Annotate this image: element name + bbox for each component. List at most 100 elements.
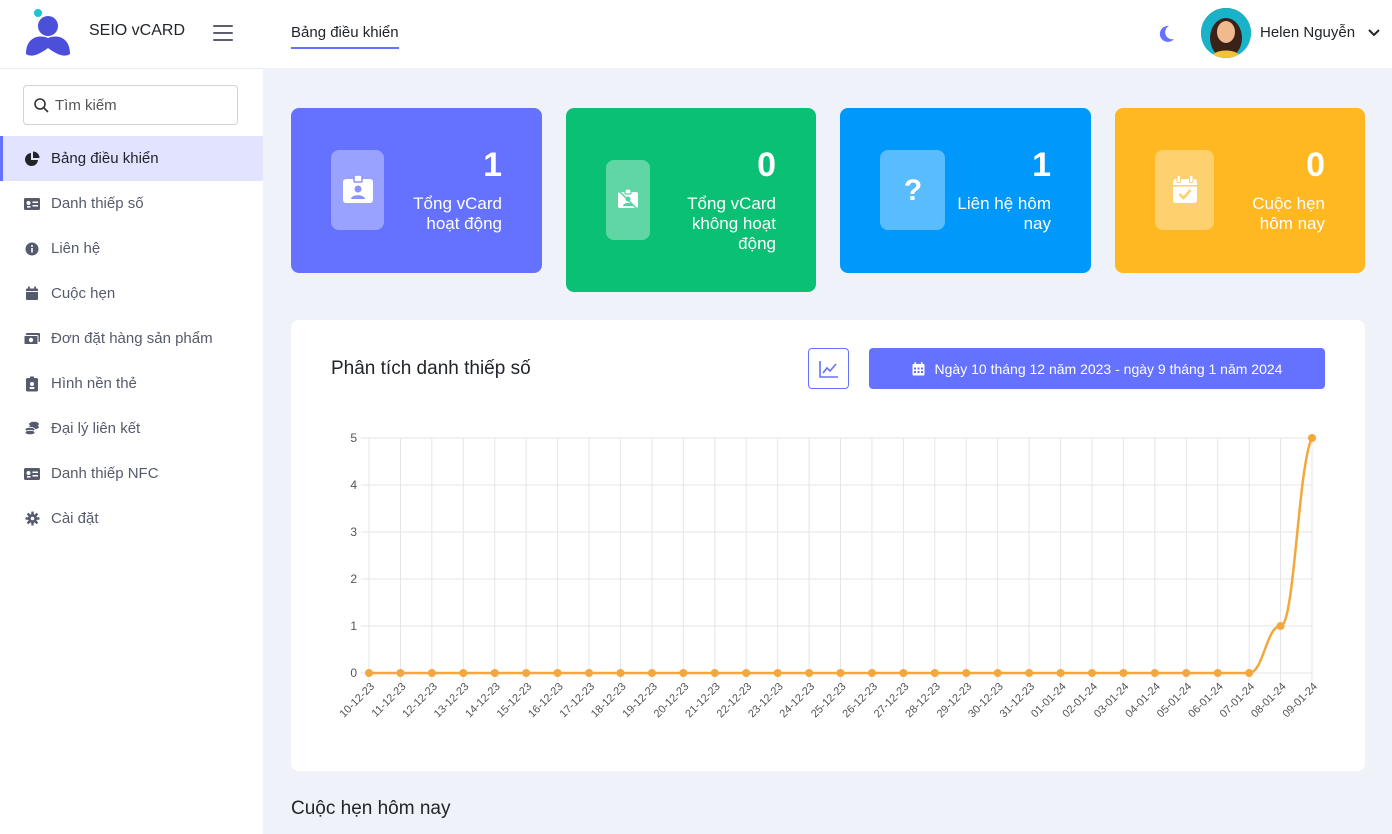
- sidebar-item-label: Đại lý liên kết: [51, 420, 141, 437]
- stat-card-inactive-vcards[interactable]: 0 Tổng vCard không hoạt động: [566, 108, 816, 292]
- search-icon: [34, 97, 49, 113]
- data-point: [710, 669, 719, 677]
- data-point: [490, 669, 499, 677]
- user-avatar[interactable]: [1201, 8, 1251, 58]
- stat-value: 1: [1032, 146, 1051, 184]
- sidebar-item-digital-cards[interactable]: Danh thiếp số: [0, 181, 263, 226]
- calendar-check-icon: [1155, 150, 1214, 230]
- data-point: [522, 669, 531, 677]
- stat-card-contacts-today[interactable]: ? 1 Liên hệ hôm nay: [840, 108, 1091, 273]
- y-tick-label: 2: [350, 572, 357, 586]
- question-icon: ?: [880, 150, 945, 230]
- y-tick-label: 3: [350, 525, 357, 539]
- user-name[interactable]: Helen Nguyễn: [1260, 24, 1355, 41]
- analytics-line-chart: 01234510-12-2311-12-2312-12-2313-12-2314…: [337, 431, 1320, 721]
- data-point: [899, 669, 908, 677]
- sidebar-item-affiliates[interactable]: Đại lý liên kết: [0, 406, 263, 451]
- search-input[interactable]: [55, 96, 225, 114]
- data-point: [1308, 434, 1316, 442]
- data-point: [930, 669, 939, 677]
- data-point: [396, 669, 405, 677]
- sidebar-item-settings[interactable]: Cài đặt: [0, 496, 263, 541]
- sidebar-item-card-backgrounds[interactable]: Hình nền thẻ: [0, 361, 263, 406]
- gear-icon: [23, 511, 41, 527]
- data-point: [742, 669, 751, 677]
- data-point: [773, 669, 782, 677]
- sidebar-item-label: Đơn đặt hàng sản phẩm: [51, 330, 213, 347]
- calendar-icon: [23, 286, 41, 302]
- badge-off-icon: [606, 160, 650, 240]
- x-tick-label: 09-01-24: [1280, 681, 1320, 721]
- pie-chart-icon: [23, 151, 41, 167]
- analytics-panel: Phân tích danh thiếp số Ngày 10 tháng 12…: [291, 320, 1365, 771]
- sidebar-item-nfc-cards[interactable]: Danh thiếp NFC: [0, 451, 263, 496]
- stat-label: Tổng vCard không hoạt động: [687, 194, 776, 253]
- sidebar-item-dashboard[interactable]: Bảng điều khiển: [0, 136, 263, 181]
- data-point: [805, 669, 814, 677]
- y-tick-label: 1: [350, 619, 357, 633]
- tab-dashboard[interactable]: Bảng điều khiển: [291, 24, 399, 49]
- data-point: [993, 669, 1002, 677]
- menu-toggle-icon[interactable]: [213, 25, 233, 41]
- nfc-card-icon: [23, 466, 41, 482]
- brand-logo-icon: [24, 8, 72, 58]
- stat-value: 0: [757, 146, 776, 184]
- svg-text:?: ?: [903, 174, 921, 206]
- sidebar-item-label: Danh thiếp số: [51, 195, 144, 212]
- top-header: SEIO vCARD Bảng điều khiển Helen Nguyễn: [0, 0, 1392, 68]
- sidebar-item-label: Cài đặt: [51, 510, 99, 527]
- data-point: [553, 669, 562, 677]
- id-badge-icon: [23, 376, 41, 392]
- data-point: [867, 669, 876, 677]
- appointments-section-title: Cuộc hẹn hôm nay: [291, 798, 451, 819]
- data-point: [1213, 669, 1222, 677]
- dark-mode-moon-icon[interactable]: [1156, 24, 1176, 44]
- stat-value: 1: [483, 146, 502, 184]
- data-point: [1056, 669, 1065, 677]
- data-point: [1119, 669, 1128, 677]
- data-point: [1245, 669, 1254, 677]
- coins-icon: [23, 421, 41, 437]
- stat-value: 0: [1306, 146, 1325, 184]
- data-point: [459, 669, 468, 677]
- stat-card-active-vcards[interactable]: 1 Tổng vCard hoạt động: [291, 108, 542, 273]
- stat-label: Tổng vCard hoạt động: [413, 194, 502, 233]
- data-point: [616, 669, 625, 677]
- data-point: [365, 669, 373, 677]
- stat-label: Liên hệ hôm nay: [957, 194, 1051, 233]
- sidebar-item-label: Hình nền thẻ: [51, 375, 137, 392]
- data-point: [1182, 669, 1191, 677]
- data-point: [1087, 669, 1096, 677]
- sidebar-item-product-orders[interactable]: Đơn đặt hàng sản phẩm: [0, 316, 263, 361]
- id-card-icon: [23, 196, 41, 212]
- y-tick-label: 4: [350, 478, 357, 492]
- sidebar-item-contacts[interactable]: Liên hệ: [0, 226, 263, 271]
- sidebar-item-appointments[interactable]: Cuộc hẹn: [0, 271, 263, 316]
- sidebar-item-label: Liên hệ: [51, 240, 101, 257]
- y-tick-label: 0: [350, 666, 357, 680]
- sidebar: Bảng điều khiển Danh thiếp số Liên hệ Cu…: [0, 68, 263, 834]
- data-point: [427, 669, 436, 677]
- money-icon: [23, 331, 41, 347]
- data-point: [962, 669, 971, 677]
- stat-card-appointments-today[interactable]: 0 Cuộc hẹn hôm nay: [1115, 108, 1365, 273]
- data-point: [1276, 622, 1285, 630]
- data-point: [1150, 669, 1159, 677]
- badge-icon: [331, 150, 384, 230]
- data-point: [836, 669, 845, 677]
- y-tick-label: 5: [350, 431, 357, 445]
- chevron-down-icon[interactable]: [1367, 26, 1381, 40]
- sidebar-nav: Bảng điều khiển Danh thiếp số Liên hệ Cu…: [0, 136, 263, 541]
- data-point: [585, 669, 594, 677]
- search-box[interactable]: [23, 85, 238, 125]
- sidebar-item-label: Danh thiếp NFC: [51, 465, 159, 482]
- sidebar-item-label: Cuộc hẹn: [51, 285, 116, 302]
- x-tick-label: 10-12-23: [337, 681, 377, 721]
- info-circle-icon: [23, 241, 41, 257]
- data-point: [647, 669, 656, 677]
- brand[interactable]: SEIO vCARD: [24, 8, 185, 58]
- data-point: [1025, 669, 1034, 677]
- brand-name: SEIO vCARD: [89, 22, 186, 39]
- sidebar-item-label: Bảng điều khiển: [51, 150, 159, 167]
- data-point: [679, 669, 688, 677]
